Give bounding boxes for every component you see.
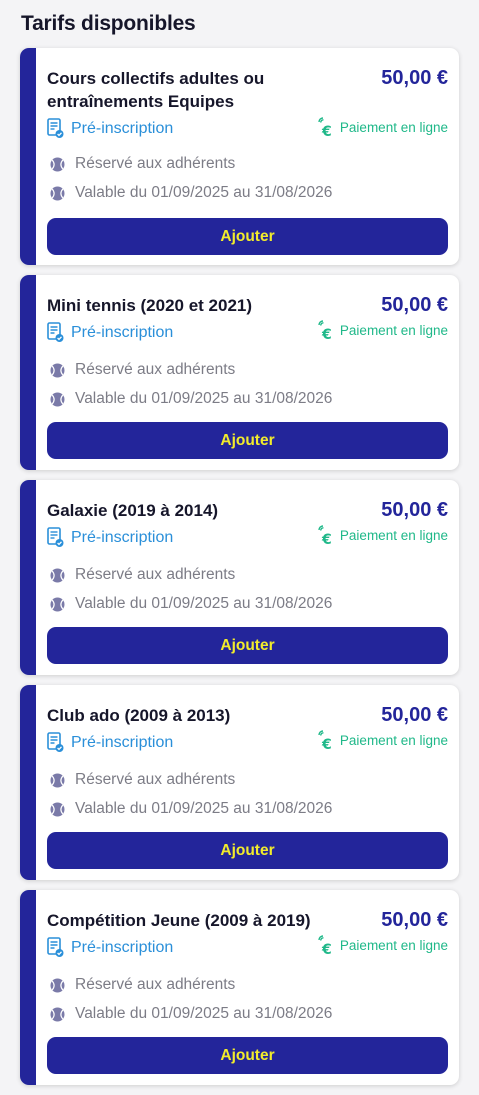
validity-info: Valable du 01/09/2025 au 31/08/2026 (50, 184, 332, 202)
add-tarif-button[interactable]: Ajouter (47, 832, 448, 869)
document-check-icon (47, 322, 64, 343)
online-payment-tag: € Paiement en ligne (317, 319, 448, 343)
pre-inscription-tag: Pré-inscription (47, 732, 173, 753)
svg-text:€: € (321, 737, 332, 751)
document-check-icon (47, 732, 64, 753)
tarif-card: Mini tennis (2020 et 2021) 50,00 € Pré-i… (20, 275, 459, 470)
pre-inscription-tag: Pré-inscription (47, 322, 173, 343)
card-accent-bar (20, 480, 36, 675)
card-body: Compétition Jeune (2009 à 2019) 50,00 € … (47, 890, 448, 1085)
tarif-title: Mini tennis (2020 et 2021) (47, 296, 253, 315)
reserved-label: Réservé aux adhérents (75, 771, 236, 788)
card-body: Mini tennis (2020 et 2021) 50,00 € Pré-i… (47, 275, 448, 470)
online-payment-label: Paiement en ligne (339, 732, 448, 748)
card-accent-bar (20, 685, 36, 880)
svg-text:€: € (321, 532, 332, 546)
card-accent-bar (20, 275, 36, 470)
tarif-list: Cours collectifs adultes ou entraînement… (20, 48, 459, 1095)
reserved-members-info: Réservé aux adhérents (50, 566, 235, 584)
tennis-ball-icon (50, 1007, 65, 1022)
contactless-euro-icon: € (317, 116, 337, 140)
online-payment-label: Paiement en ligne (339, 119, 448, 135)
svg-text:€: € (321, 327, 332, 341)
card-body: Cours collectifs adultes ou entraînement… (47, 48, 448, 265)
tarif-price: 50,00 € (381, 704, 448, 726)
tennis-ball-icon (50, 568, 65, 583)
pre-inscription-tag: Pré-inscription (47, 527, 173, 548)
tennis-ball-icon (50, 363, 65, 378)
validity-info: Valable du 01/09/2025 au 31/08/2026 (50, 800, 332, 818)
svg-text:€: € (321, 124, 332, 138)
document-check-icon (47, 937, 64, 958)
validity-info: Valable du 01/09/2025 au 31/08/2026 (50, 595, 332, 613)
validity-label: Valable du 01/09/2025 au 31/08/2026 (75, 1005, 333, 1022)
reserved-label: Réservé aux adhérents (75, 155, 236, 172)
reserved-members-info: Réservé aux adhérents (50, 155, 235, 173)
add-tarif-button[interactable]: Ajouter (47, 422, 448, 459)
reserved-members-info: Réservé aux adhérents (50, 771, 235, 789)
tarif-card: Galaxie (2019 à 2014) 50,00 € Pré-inscri… (20, 480, 459, 675)
add-tarif-button[interactable]: Ajouter (47, 1037, 448, 1074)
validity-label: Valable du 01/09/2025 au 31/08/2026 (75, 595, 333, 612)
card-body: Galaxie (2019 à 2014) 50,00 € Pré-inscri… (47, 480, 448, 675)
pre-inscription-label: Pré-inscription (71, 323, 174, 341)
pre-inscription-tag: Pré-inscription (47, 937, 173, 958)
tennis-ball-icon (50, 157, 65, 172)
add-tarif-button[interactable]: Ajouter (47, 218, 448, 255)
tarif-price: 50,00 € (381, 499, 448, 521)
reserved-members-info: Réservé aux adhérents (50, 361, 235, 379)
tennis-ball-icon (50, 802, 65, 817)
validity-label: Valable du 01/09/2025 au 31/08/2026 (75, 390, 333, 407)
pre-inscription-label: Pré-inscription (71, 733, 174, 751)
online-payment-tag: € Paiement en ligne (317, 934, 448, 958)
reserved-label: Réservé aux adhérents (75, 976, 236, 993)
tarif-card: Club ado (2009 à 2013) 50,00 € Pré-inscr… (20, 685, 459, 880)
svg-text:€: € (321, 942, 332, 956)
tarif-card: Compétition Jeune (2009 à 2019) 50,00 € … (20, 890, 459, 1085)
pre-inscription-tag: Pré-inscription (47, 118, 173, 139)
tennis-ball-icon (50, 392, 65, 407)
tarif-title: Cours collectifs adultes ou entraînement… (47, 69, 265, 111)
page-title: Tarifs disponibles (21, 12, 196, 35)
validity-info: Valable du 01/09/2025 au 31/08/2026 (50, 1005, 332, 1023)
online-payment-tag: € Paiement en ligne (317, 116, 448, 140)
contactless-euro-icon: € (317, 524, 337, 548)
tarif-price: 50,00 € (381, 67, 448, 89)
tennis-ball-icon (50, 597, 65, 612)
tarif-title: Club ado (2009 à 2013) (47, 706, 231, 725)
tennis-ball-icon (50, 186, 65, 201)
tennis-ball-icon (50, 978, 65, 993)
document-check-icon (47, 118, 64, 139)
card-body: Club ado (2009 à 2013) 50,00 € Pré-inscr… (47, 685, 448, 880)
document-check-icon (47, 527, 64, 548)
online-payment-label: Paiement en ligne (339, 322, 448, 338)
online-payment-label: Paiement en ligne (339, 527, 448, 543)
reserved-label: Réservé aux adhérents (75, 361, 236, 378)
add-tarif-button[interactable]: Ajouter (47, 627, 448, 664)
online-payment-label: Paiement en ligne (339, 937, 448, 953)
contactless-euro-icon: € (317, 319, 337, 343)
card-accent-bar (20, 890, 36, 1085)
pre-inscription-label: Pré-inscription (71, 528, 174, 546)
reserved-label: Réservé aux adhérents (75, 566, 236, 583)
tarif-title: Compétition Jeune (2009 à 2019) (47, 911, 311, 930)
tarif-title: Galaxie (2019 à 2014) (47, 501, 219, 520)
pre-inscription-label: Pré-inscription (71, 938, 174, 956)
validity-label: Valable du 01/09/2025 au 31/08/2026 (75, 800, 333, 817)
card-accent-bar (20, 48, 36, 265)
validity-label: Valable du 01/09/2025 au 31/08/2026 (75, 184, 333, 201)
validity-info: Valable du 01/09/2025 au 31/08/2026 (50, 390, 332, 408)
contactless-euro-icon: € (317, 934, 337, 958)
tennis-ball-icon (50, 773, 65, 788)
online-payment-tag: € Paiement en ligne (317, 524, 448, 548)
contactless-euro-icon: € (317, 729, 337, 753)
reserved-members-info: Réservé aux adhérents (50, 976, 235, 994)
tarif-price: 50,00 € (381, 909, 448, 931)
tarif-card: Cours collectifs adultes ou entraînement… (20, 48, 459, 265)
online-payment-tag: € Paiement en ligne (317, 729, 448, 753)
pre-inscription-label: Pré-inscription (71, 119, 174, 137)
tarif-price: 50,00 € (381, 294, 448, 316)
